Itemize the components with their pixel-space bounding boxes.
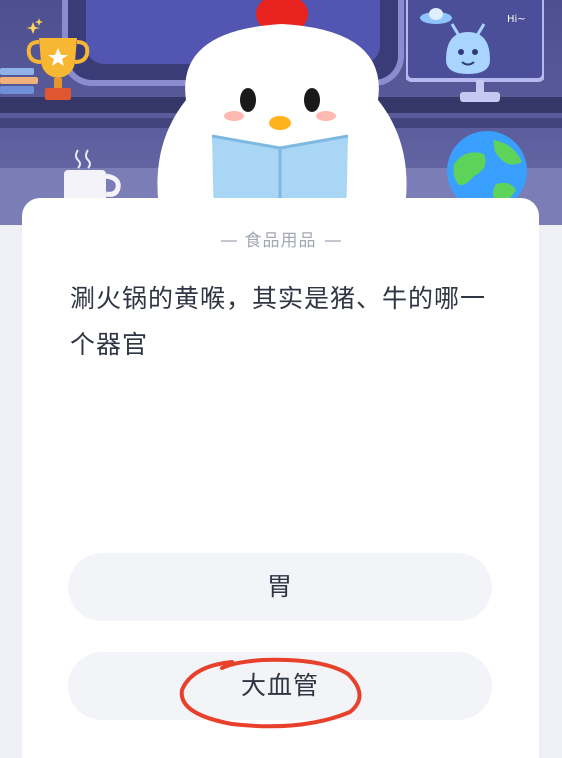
question-card: 食品用品 涮火锅的黄喉，其实是猪、牛的哪一个器官 胃 大血管: [22, 198, 539, 758]
books-icon: [0, 68, 38, 94]
mug-icon: [64, 149, 121, 204]
divider-right: [324, 240, 341, 242]
answer-option-1[interactable]: 胃: [68, 553, 492, 621]
alien-greeting-text: Hi~: [507, 14, 526, 25]
answer-option-2[interactable]: 大血管: [68, 652, 492, 720]
question-text: 涮火锅的黄喉，其实是猪、牛的哪一个器官: [70, 284, 487, 359]
category-label: 食品用品: [22, 226, 539, 251]
divider-left: [220, 240, 237, 242]
category-text: 食品用品: [244, 231, 317, 251]
chick-mascot: [157, 0, 407, 225]
banner-illustration: Hi~: [0, 0, 562, 225]
